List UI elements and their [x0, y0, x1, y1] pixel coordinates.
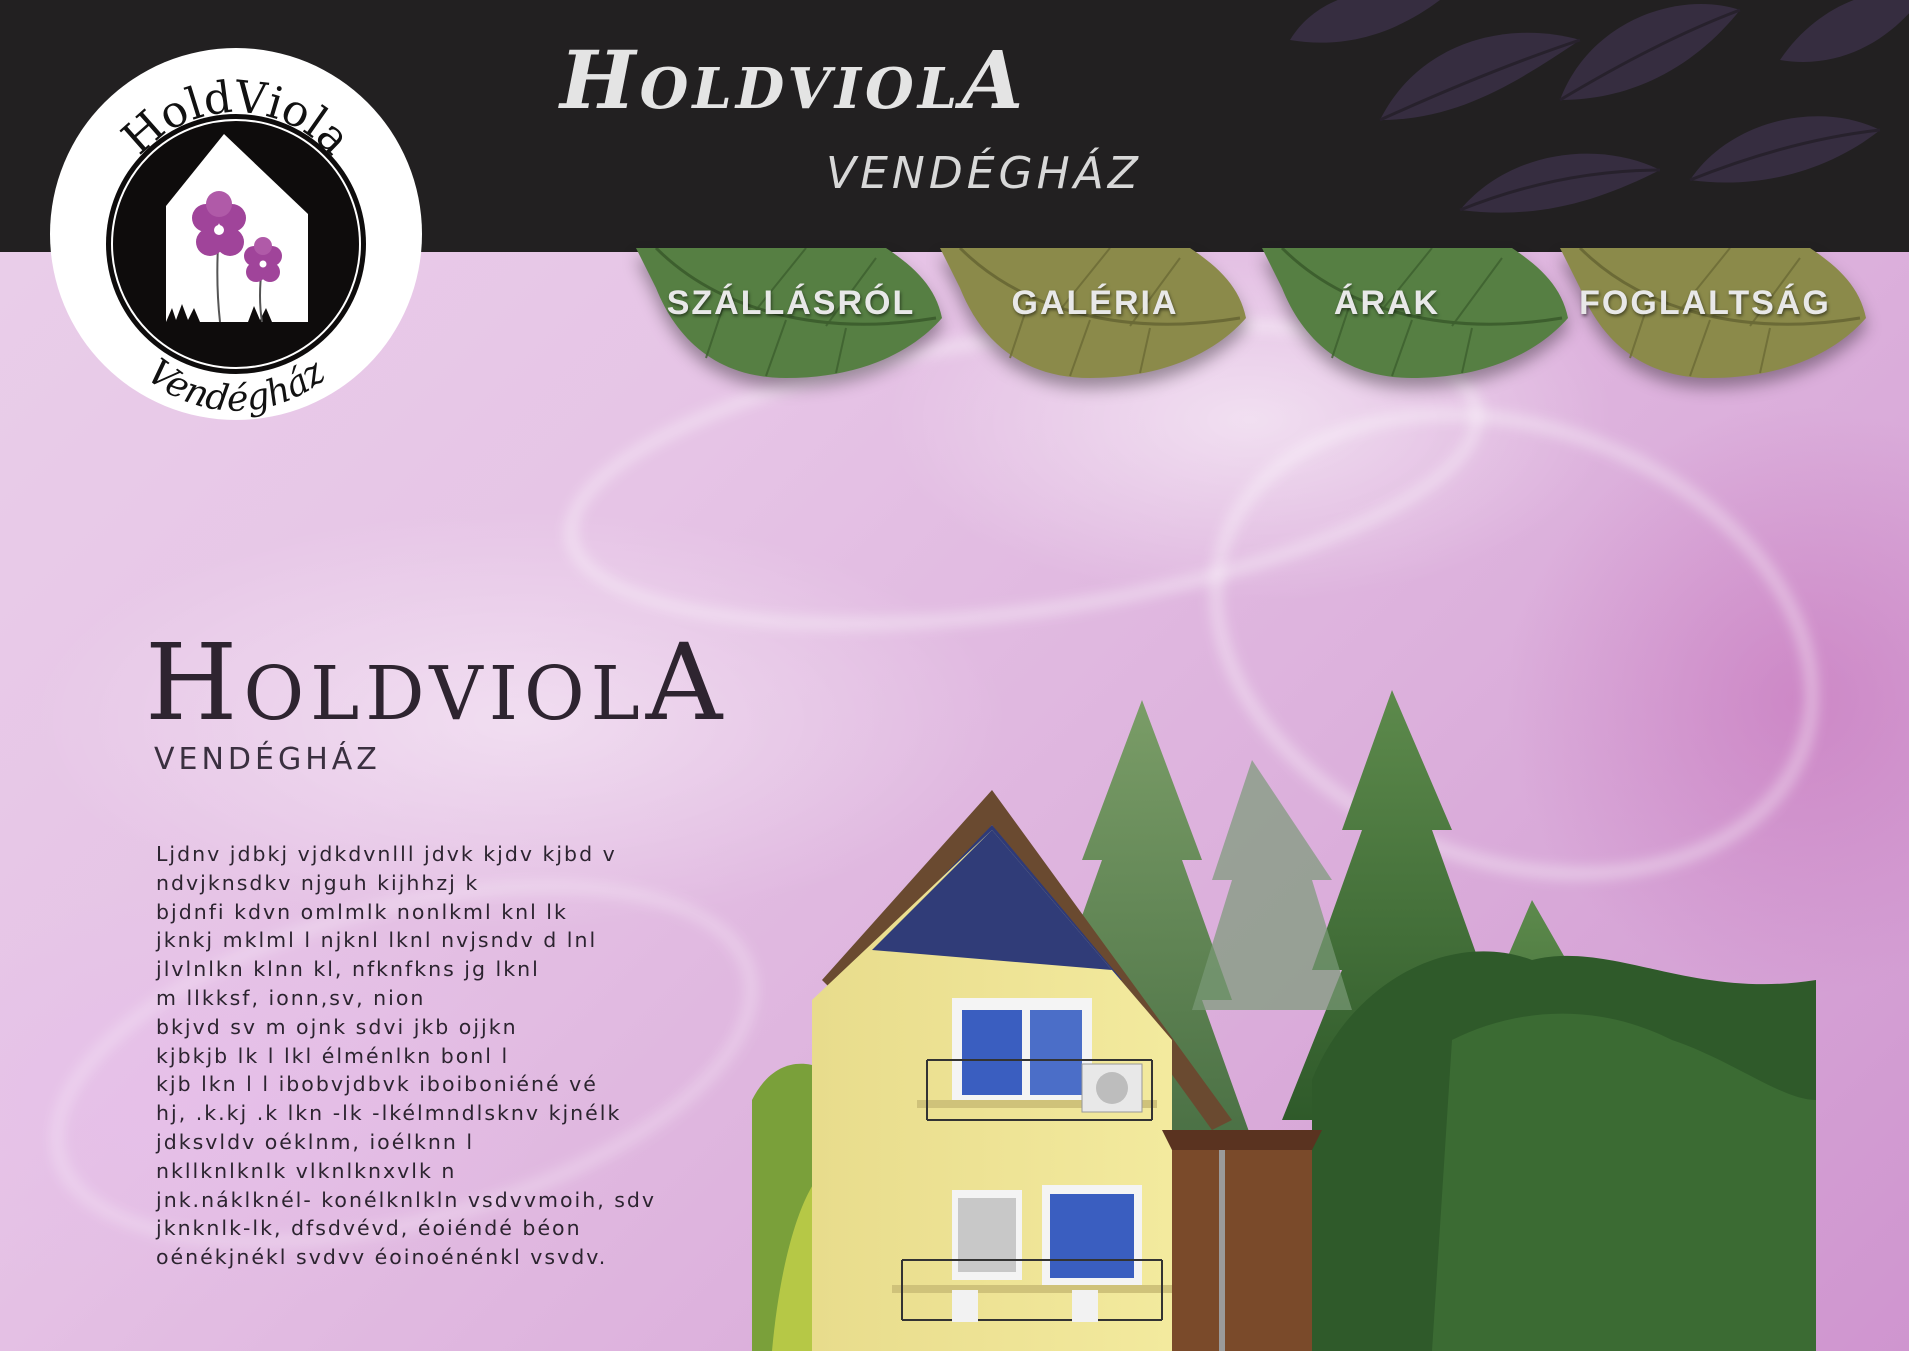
page-subtitle: VENDÉGHÁZ: [154, 742, 381, 777]
description-line: jlvlnlkn klnn kl, nfknfkns jg lknl: [156, 957, 540, 982]
nav-label: ÁRAK: [1333, 284, 1441, 322]
description-line: jdksvldv oéklnm, ioélknn l: [156, 1129, 475, 1154]
page-title: HoldviolA: [145, 621, 729, 744]
nav-label: SZÁLLÁSRÓL: [666, 284, 916, 322]
header-subtitle: VENDÉGHÁZ: [826, 148, 1142, 199]
nav-item-arak[interactable]: ÁRAK: [1262, 248, 1572, 388]
page: HoldviolA VENDÉGHÁZ HoldViola Vendégház …: [0, 0, 1909, 1351]
description-text: Ljdnv jdbkj vjdkdvnlll jdvk kjdv kjbd v …: [156, 840, 676, 1272]
description-line: kjb lkn l l ibobvjdbvk iboiboniéné vé: [156, 1072, 598, 1097]
description-line: bkjvd sv m ojnk sdvi jkb ojjkn: [156, 1014, 518, 1039]
description-line: jnk.náklknél- konélknlkln vsdvvmoih, sdv: [156, 1187, 657, 1212]
description-line: ndvjknsdkv njguh kijhhzj k: [156, 870, 480, 895]
decorative-leaves-icon: [1290, 0, 1909, 213]
description-line: bjdnfi kdvn omlmlk nonlkml knl lk: [156, 899, 568, 924]
nav-item-foglaltsag[interactable]: FOGLALTSÁG: [1560, 248, 1870, 388]
nav-label: GALÉRIA: [1011, 284, 1179, 322]
description-line: jknkj mklml l njknl lknl nvjsndv d lnl: [156, 928, 598, 953]
description-line: kjbkjb lk l lkl élménlkn bonl l: [156, 1043, 510, 1068]
header-title: HoldviolA: [560, 33, 1028, 127]
nav-item-szallasrol[interactable]: SZÁLLÁSRÓL: [636, 248, 946, 388]
house-photo: [752, 690, 1816, 1351]
nav-item-galeria[interactable]: GALÉRIA: [940, 248, 1250, 388]
description-line: oénékjnékl svdvv éoinoénénkl vsvdv.: [156, 1245, 608, 1270]
nav-label: FOGLALTSÁG: [1579, 284, 1831, 322]
description-line: Ljdnv jdbkj vjdkdvnlll jdvk kjdv kjbd v: [156, 842, 617, 866]
description-line: hj, .k.kj .k lkn -lk -lkélmndlsknv kjnél…: [156, 1101, 622, 1126]
description-line: jknknlk-lk, dfsdvévd, éoiéndé béon: [156, 1216, 582, 1241]
description-line: nkllknlknlk vlknlknxvlk n: [156, 1158, 457, 1183]
logo[interactable]: HoldViola Vendégház: [48, 46, 424, 422]
description-line: m llkksf, ionn,sv, nion: [156, 985, 426, 1010]
